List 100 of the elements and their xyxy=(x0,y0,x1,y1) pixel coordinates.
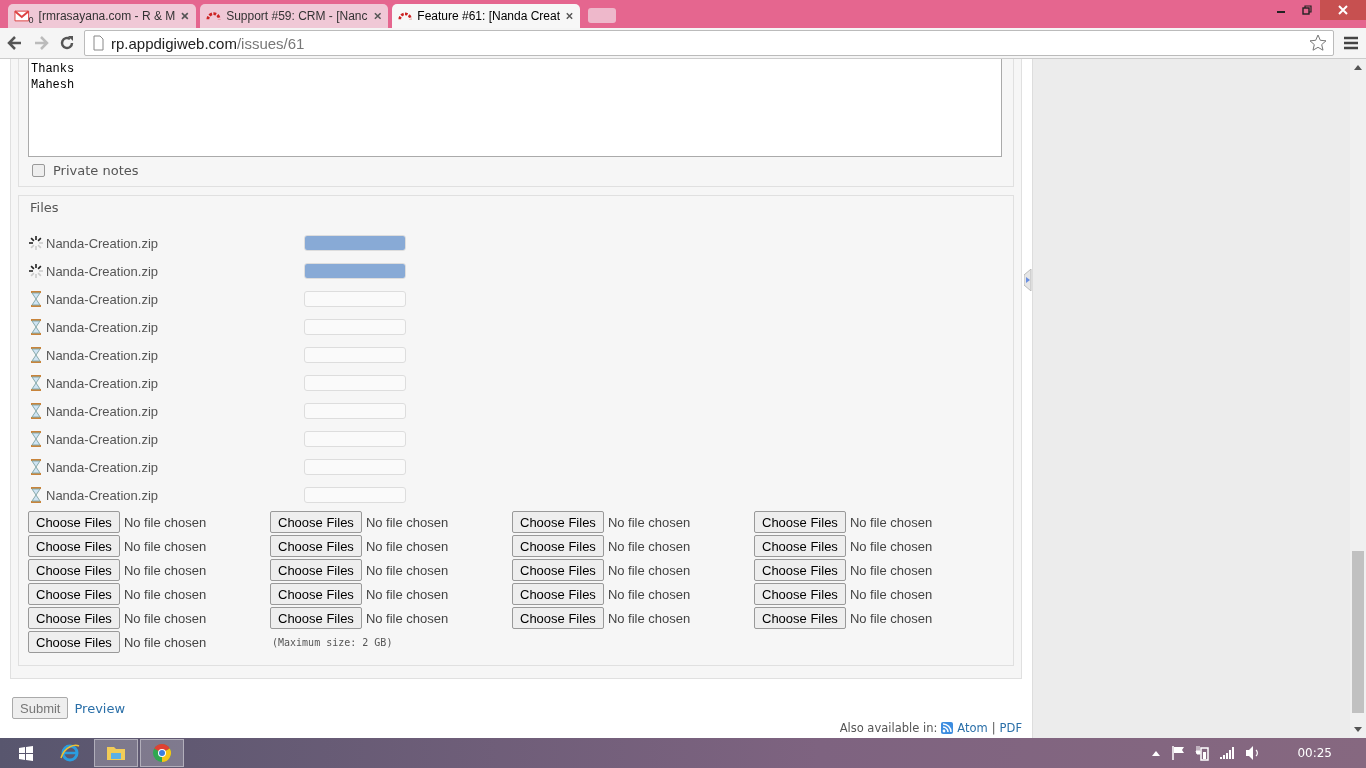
choose-files-button[interactable]: Choose Files xyxy=(754,511,846,533)
close-icon xyxy=(1338,5,1348,15)
separator: | xyxy=(991,721,996,735)
browser-tab[interactable]: 0 [rmrasayana.com - R & M xyxy=(8,4,196,28)
windows-icon[interactable] xyxy=(18,745,34,761)
choose-files-button[interactable]: Choose Files xyxy=(270,559,362,581)
battery-icon[interactable] xyxy=(1195,745,1210,761)
file-name: Nanda-Creation.zip xyxy=(46,347,159,363)
back-icon[interactable] xyxy=(6,34,24,52)
signal-icon[interactable] xyxy=(1219,746,1236,760)
file-status: No file chosen xyxy=(849,514,933,530)
browser-e-icon[interactable] xyxy=(59,742,81,764)
browser-tab[interactable]: Support #59: CRM - [Nanc xyxy=(200,4,388,28)
chrome-icon[interactable] xyxy=(152,743,172,763)
page-icon xyxy=(91,35,105,51)
file-name: Nanda-Creation.zip xyxy=(46,319,159,335)
up-arrow-icon[interactable] xyxy=(1354,65,1362,70)
notes-field[interactable]: Thanks Mahesh xyxy=(28,59,1002,157)
choose-files-button[interactable]: Choose Files xyxy=(512,607,604,629)
choose-files-button[interactable]: Choose Files xyxy=(28,631,120,653)
hourglass-icon xyxy=(28,375,44,391)
file-status: No file chosen xyxy=(365,610,449,626)
choose-files-button[interactable]: Choose Files xyxy=(754,559,846,581)
tab-title: [rmrasayana.com - R & M xyxy=(38,9,176,23)
choose-files-button[interactable]: Choose Files xyxy=(270,607,362,629)
footer-label: Also available in: xyxy=(839,721,938,735)
file-name: Nanda-Creation.zip xyxy=(46,487,159,503)
spinner-icon xyxy=(28,263,44,279)
hourglass-icon xyxy=(28,319,44,335)
hourglass-icon xyxy=(28,487,44,503)
scrollbar[interactable] xyxy=(1350,59,1366,738)
file-status: No file chosen xyxy=(607,610,691,626)
flag-icon[interactable] xyxy=(1171,745,1186,761)
file-status: No file chosen xyxy=(849,562,933,578)
close-icon[interactable] xyxy=(180,11,190,21)
caret-icon[interactable] xyxy=(1151,749,1162,757)
file-status: No file chosen xyxy=(849,610,933,626)
choose-files-button[interactable]: Choose Files xyxy=(754,583,846,605)
choose-files-button[interactable]: Choose Files xyxy=(28,535,120,557)
checkbox[interactable] xyxy=(32,164,45,177)
choose-files-button[interactable]: Choose Files xyxy=(270,535,362,557)
file-name: Nanda-Creation.zip xyxy=(46,459,159,475)
file-name: Nanda-Creation.zip xyxy=(46,375,159,391)
file-status: No file chosen xyxy=(123,514,207,530)
hourglass-icon xyxy=(28,431,44,447)
file-status: No file chosen xyxy=(123,586,207,602)
file-status: No file chosen xyxy=(365,562,449,578)
spinner-icon xyxy=(28,235,44,251)
hourglass-icon xyxy=(28,347,44,363)
file-status: No file chosen xyxy=(123,562,207,578)
checkbox-label: Private notes xyxy=(53,163,139,178)
footer-link[interactable]: PDF xyxy=(999,721,1022,735)
tab-title: Feature #61: [Nanda Creat xyxy=(417,9,561,23)
file-status: No file chosen xyxy=(849,538,933,554)
file-status: No file chosen xyxy=(607,586,691,602)
menu-icon[interactable] xyxy=(1342,34,1360,52)
choose-files-button[interactable]: Choose Files xyxy=(512,583,604,605)
choose-files-button[interactable]: Choose Files xyxy=(28,583,120,605)
file-status: No file chosen xyxy=(607,562,691,578)
file-status: No file chosen xyxy=(607,514,691,530)
scroll-thumb[interactable] xyxy=(1352,551,1364,713)
address-bar[interactable]: rp.appdigiweb.com/issues/61 xyxy=(84,30,1334,56)
choose-files-button[interactable]: Choose Files xyxy=(270,511,362,533)
star-icon[interactable] xyxy=(1309,34,1327,52)
file-name: Nanda-Creation.zip xyxy=(46,431,159,447)
volume-icon[interactable] xyxy=(1245,745,1260,761)
file-status: No file chosen xyxy=(365,514,449,530)
close-icon[interactable] xyxy=(372,11,382,21)
choose-files-button[interactable]: Choose Files xyxy=(754,607,846,629)
choose-files-button[interactable]: Choose Files xyxy=(754,535,846,557)
down-arrow-icon[interactable] xyxy=(1354,727,1362,732)
file-status: No file chosen xyxy=(365,586,449,602)
close-icon[interactable] xyxy=(565,11,574,21)
clock[interactable]: 00:25 xyxy=(1297,746,1332,760)
choose-files-button[interactable]: Choose Files xyxy=(512,535,604,557)
footer-link[interactable]: Atom xyxy=(957,721,988,735)
reload-icon[interactable] xyxy=(58,34,76,52)
restore-icon xyxy=(1302,5,1312,15)
size-note: (Maximum size: 2 GB) xyxy=(271,636,394,648)
hourglass-icon xyxy=(28,459,44,475)
file-status: No file chosen xyxy=(365,538,449,554)
browser-tab[interactable]: Feature #61: [Nanda Creat xyxy=(392,4,580,28)
choose-files-button[interactable]: Choose Files xyxy=(28,511,120,533)
choose-files-button[interactable]: Choose Files xyxy=(512,559,604,581)
file-status: No file chosen xyxy=(123,538,207,554)
file-status: No file chosen xyxy=(123,610,207,626)
close-button[interactable] xyxy=(1320,0,1366,20)
tab-title: Support #59: CRM - [Nanc xyxy=(226,9,368,23)
choose-files-button[interactable]: Choose Files xyxy=(28,607,120,629)
sidebar-toggle[interactable] xyxy=(1024,269,1032,291)
file-name: Nanda-Creation.zip xyxy=(46,235,159,251)
choose-files-button[interactable]: Choose Files xyxy=(28,559,120,581)
url-text: rp.appdigiweb.com/issues/61 xyxy=(111,34,306,52)
choose-files-button[interactable]: Choose Files xyxy=(512,511,604,533)
choose-files-button[interactable]: Choose Files xyxy=(270,583,362,605)
submit-button[interactable]: Submit xyxy=(12,697,69,719)
preview-link[interactable]: Preview xyxy=(74,700,126,716)
hourglass-icon xyxy=(28,291,44,307)
section-legend: Files xyxy=(28,200,61,215)
file-name: Nanda-Creation.zip xyxy=(46,291,159,307)
